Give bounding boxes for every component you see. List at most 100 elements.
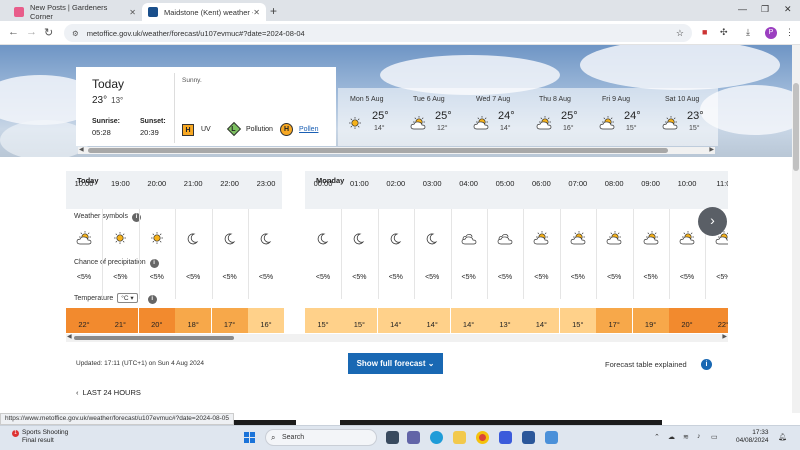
day-forecast-2[interactable]: Wed 7 Aug 24° 14°	[464, 88, 526, 146]
today-low-temp: 13°	[111, 96, 124, 105]
day-forecast-0[interactable]: Mon 5 Aug 25° 14°	[338, 88, 400, 146]
hourly-horizontal-scrollbar[interactable]: ◀ ▶	[66, 334, 728, 342]
vertical-scrollbar-thumb[interactable]	[793, 83, 799, 171]
cloud-tray-icon[interactable]: ☁	[668, 433, 675, 441]
tab-metoffice[interactable]: Maidstone (Kent) weather - Me ✕	[142, 3, 266, 21]
sun-cloud-icon	[605, 231, 623, 245]
volume-icon[interactable]: ♪	[697, 433, 701, 440]
moon-icon	[423, 231, 441, 245]
moon-icon	[221, 231, 239, 245]
windows-start-icon[interactable]	[244, 432, 256, 444]
hour-precipitation: <5%	[315, 274, 331, 281]
today-summary-card[interactable]: Today 23° 13° Sunrise: 05:28 Sunset: 20:3…	[76, 67, 336, 146]
address-bar[interactable]: ⚙ metoffice.gov.uk/weather/forecast/u107…	[64, 24, 692, 42]
maximize-icon[interactable]: ❐	[761, 4, 769, 15]
column-divider	[559, 209, 561, 299]
battery-icon[interactable]: ▭	[711, 433, 718, 441]
scrollbar-thumb[interactable]	[74, 336, 234, 340]
last-24-hours-link[interactable]: ‹ LAST 24 HOURS	[76, 388, 141, 397]
hour-time: 01:00	[350, 179, 369, 188]
reload-icon[interactable]: ↻	[44, 26, 53, 39]
scrollbar-thumb[interactable]	[88, 148, 668, 153]
hour-precipitation: <5%	[222, 274, 237, 281]
scroll-right-arrow-icon[interactable]: ▶	[722, 333, 727, 340]
close-icon[interactable]: ✕	[129, 8, 136, 17]
extension-badge-icon[interactable]: ■	[702, 27, 707, 37]
download-icon[interactable]: ⤓	[746, 27, 750, 38]
temperature-label-text: Temperature	[74, 295, 114, 302]
uv-level-badge[interactable]: H	[182, 124, 194, 136]
sun-cloud-icon	[661, 116, 678, 130]
word-icon[interactable]	[522, 431, 535, 444]
card-divider	[174, 73, 175, 143]
pollution-label: Pollution	[246, 126, 273, 133]
taskbar-clock[interactable]: 17:33 04/08/2024	[736, 429, 769, 445]
menu-dots-icon[interactable]: ⋮	[785, 27, 794, 38]
chrome-icon[interactable]	[476, 431, 489, 444]
news-subtitle: Final result	[22, 437, 54, 444]
forward-arrow-icon[interactable]: →	[26, 26, 37, 38]
tab-gardeners-corner[interactable]: New Posts | Gardeners Corner ✕	[8, 3, 142, 21]
day-forecast-1[interactable]: Tue 6 Aug 25° 12°	[401, 88, 463, 146]
hour-time: 11:0	[716, 179, 728, 188]
scroll-left-arrow-icon[interactable]: ◀	[67, 333, 72, 340]
scroll-right-arrow-icon[interactable]: ▶	[709, 146, 714, 153]
teams-icon[interactable]	[407, 431, 420, 444]
sun-cloud-icon	[678, 231, 696, 245]
day-forecast-3[interactable]: Thu 8 Aug 25° 16°	[527, 88, 589, 146]
taskbar-search-box[interactable]: ⌕ Search	[265, 429, 377, 446]
sunset-label: Sunset:	[140, 118, 166, 125]
tray-chevron-up-icon[interactable]: ⌃	[654, 433, 660, 441]
day-forecast-4[interactable]: Fri 9 Aug 24° 15°	[590, 88, 652, 146]
scroll-left-arrow-icon[interactable]: ◀	[79, 146, 84, 153]
show-full-forecast-button[interactable]: Show full forecast ⌄	[348, 353, 443, 374]
bookmark-star-icon[interactable]: ☆	[676, 28, 684, 39]
back-arrow-icon[interactable]: ←	[8, 26, 19, 38]
extensions-puzzle-icon[interactable]: ✣	[720, 27, 728, 38]
day-forecast-5[interactable]: Sat 10 Aug 23° 15°	[653, 88, 715, 146]
site-info-icon[interactable]: ⚙	[72, 29, 79, 38]
hour-time: 05:00	[495, 179, 515, 188]
window-close-icon[interactable]: ✕	[784, 4, 792, 15]
pollution-level-badge[interactable]: L	[226, 121, 242, 137]
app-icon[interactable]	[499, 431, 512, 444]
hour-temperature: 22°	[705, 308, 728, 333]
hour-time: 06:00	[532, 179, 551, 188]
hour-temperature: 18°	[175, 308, 212, 333]
temperature-unit-select[interactable]: °C ▾	[117, 293, 138, 303]
pollen-link[interactable]: Pollen	[299, 126, 318, 133]
close-icon[interactable]: ✕	[253, 8, 260, 17]
column-divider	[523, 209, 525, 299]
task-view-icon[interactable]	[386, 431, 399, 444]
forecast-table-explained-link[interactable]: Forecast table explained	[605, 360, 687, 369]
show-full-forecast-label: Show full forecast	[356, 359, 426, 368]
hour-time: 07:00	[568, 179, 588, 188]
hour-temperature: 14°	[414, 308, 451, 333]
hour-time: 00:00	[313, 179, 333, 188]
pollen-level-badge[interactable]: H	[280, 123, 293, 136]
info-icon[interactable]: i	[147, 295, 157, 304]
cloud-icon	[460, 231, 478, 245]
new-tab-plus-icon[interactable]: +	[270, 4, 277, 18]
minimize-icon[interactable]: —	[738, 4, 747, 14]
notification-bell-icon[interactable]: 🔔︎	[778, 433, 787, 441]
hour-precipitation: <5%	[258, 274, 274, 281]
uv-label: UV	[201, 126, 211, 133]
photos-icon[interactable]	[545, 431, 558, 444]
info-icon[interactable]: i	[701, 359, 712, 370]
news-widget[interactable]: 1 Sports Shooting Final result	[12, 429, 68, 445]
edge-icon[interactable]	[430, 431, 443, 444]
browser-tab-bar: New Posts | Gardeners Corner ✕ Maidstone…	[0, 0, 800, 21]
file-explorer-icon[interactable]	[453, 431, 466, 444]
info-icon[interactable]: i	[149, 259, 159, 268]
page-vertical-scrollbar[interactable]	[792, 45, 800, 413]
daily-horizontal-scrollbar[interactable]: ◀ ▶	[78, 147, 715, 154]
wifi-icon[interactable]: ≋	[683, 433, 689, 441]
profile-avatar[interactable]: P	[765, 27, 777, 39]
today-temperatures: 23° 13°	[92, 95, 123, 106]
precipitation-label: Chance of precipitation i	[74, 259, 159, 268]
next-hours-button[interactable]: ›	[698, 207, 727, 236]
hour-time: 21:00	[183, 179, 203, 188]
today-time-header	[66, 187, 282, 209]
notification-badge: 1	[12, 430, 19, 437]
